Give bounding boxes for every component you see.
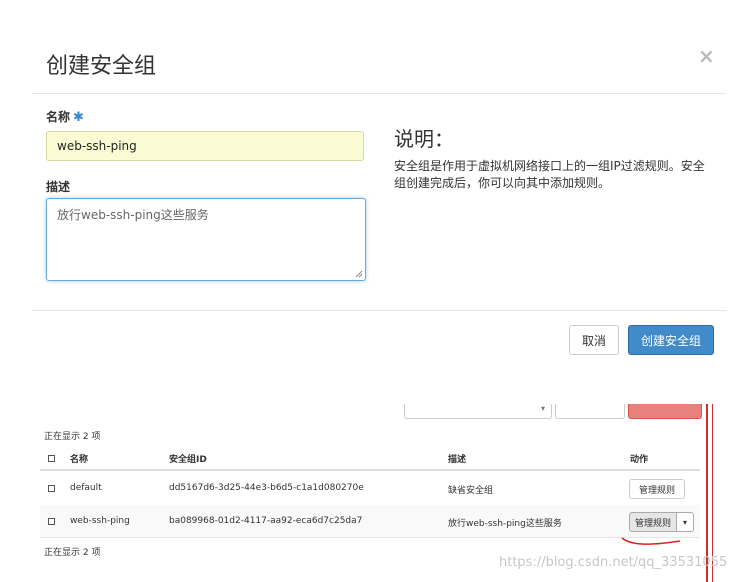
row-checkbox[interactable] (48, 518, 55, 525)
item-count-top: 正在显示 2 项 (44, 432, 101, 442)
row-description: 缺省安全组 (448, 486, 494, 496)
actions-dropdown-toggle[interactable]: ▾ (677, 512, 694, 532)
create-security-group-button[interactable]: 创建安全组 (628, 325, 714, 355)
help-text: 安全组是作用于虚拟机网络接口上的一组IP过滤规则。安全组创建完成后，你可以向其中… (394, 159, 705, 190)
row-divider (40, 537, 700, 538)
cancel-button[interactable]: 取消 (569, 325, 619, 355)
name-input[interactable] (46, 131, 364, 161)
description-textarea[interactable]: 放行web-ssh-ping这些服务 (46, 198, 366, 281)
name-label: 名称 ✱ (46, 110, 84, 125)
column-header-name[interactable]: 名称 (70, 452, 88, 465)
manage-rules-button[interactable]: 管理规则 (629, 512, 677, 532)
row-id: dd5167d6-3d25-44e3-b6d5-c1a1d080270e (169, 483, 364, 493)
chevron-down-icon: ▾ (541, 404, 546, 413)
column-header-actions: 动作 (630, 455, 649, 465)
table-row (40, 505, 700, 537)
filter-input[interactable] (404, 404, 552, 419)
modal-header-divider (32, 93, 726, 94)
create-group-button-cropped[interactable] (555, 404, 625, 419)
column-header-description[interactable]: 描述 (448, 452, 466, 465)
screenshot-page: 创建安全组 × 名称✱ 描述 放行web-ssh-ping这些服务 说明： 安全… (0, 0, 753, 582)
manage-rules-button[interactable]: 管理规则 (629, 479, 685, 499)
close-icon[interactable]: × (698, 44, 715, 68)
watermark: https://blog.csdn.net/qq_33531055 (499, 555, 728, 570)
required-star-icon: ✱ (73, 110, 84, 125)
row-description: 放行web-ssh-ping这些服务 (448, 519, 562, 529)
delete-group-button-cropped[interactable] (628, 404, 702, 419)
row-checkbox[interactable] (48, 485, 55, 492)
row-id: ba089968-01d2-4117-aa92-eca6d7c25da7 (169, 516, 363, 526)
modal-title: 创建安全组 (46, 54, 157, 79)
table-header-divider (40, 469, 700, 471)
row-name[interactable]: web-ssh-ping (70, 516, 130, 526)
modal-footer-divider (32, 310, 726, 311)
select-all-checkbox[interactable] (48, 455, 55, 462)
row-name[interactable]: default (70, 483, 102, 493)
item-count-bottom: 正在显示 2 项 (44, 548, 101, 558)
description-label: 描述 (46, 180, 71, 194)
annotation-underline (621, 537, 681, 545)
column-header-id[interactable]: 安全组ID (169, 452, 207, 465)
help-title: 说明： (394, 127, 454, 151)
resize-handle-icon[interactable] (355, 270, 363, 278)
